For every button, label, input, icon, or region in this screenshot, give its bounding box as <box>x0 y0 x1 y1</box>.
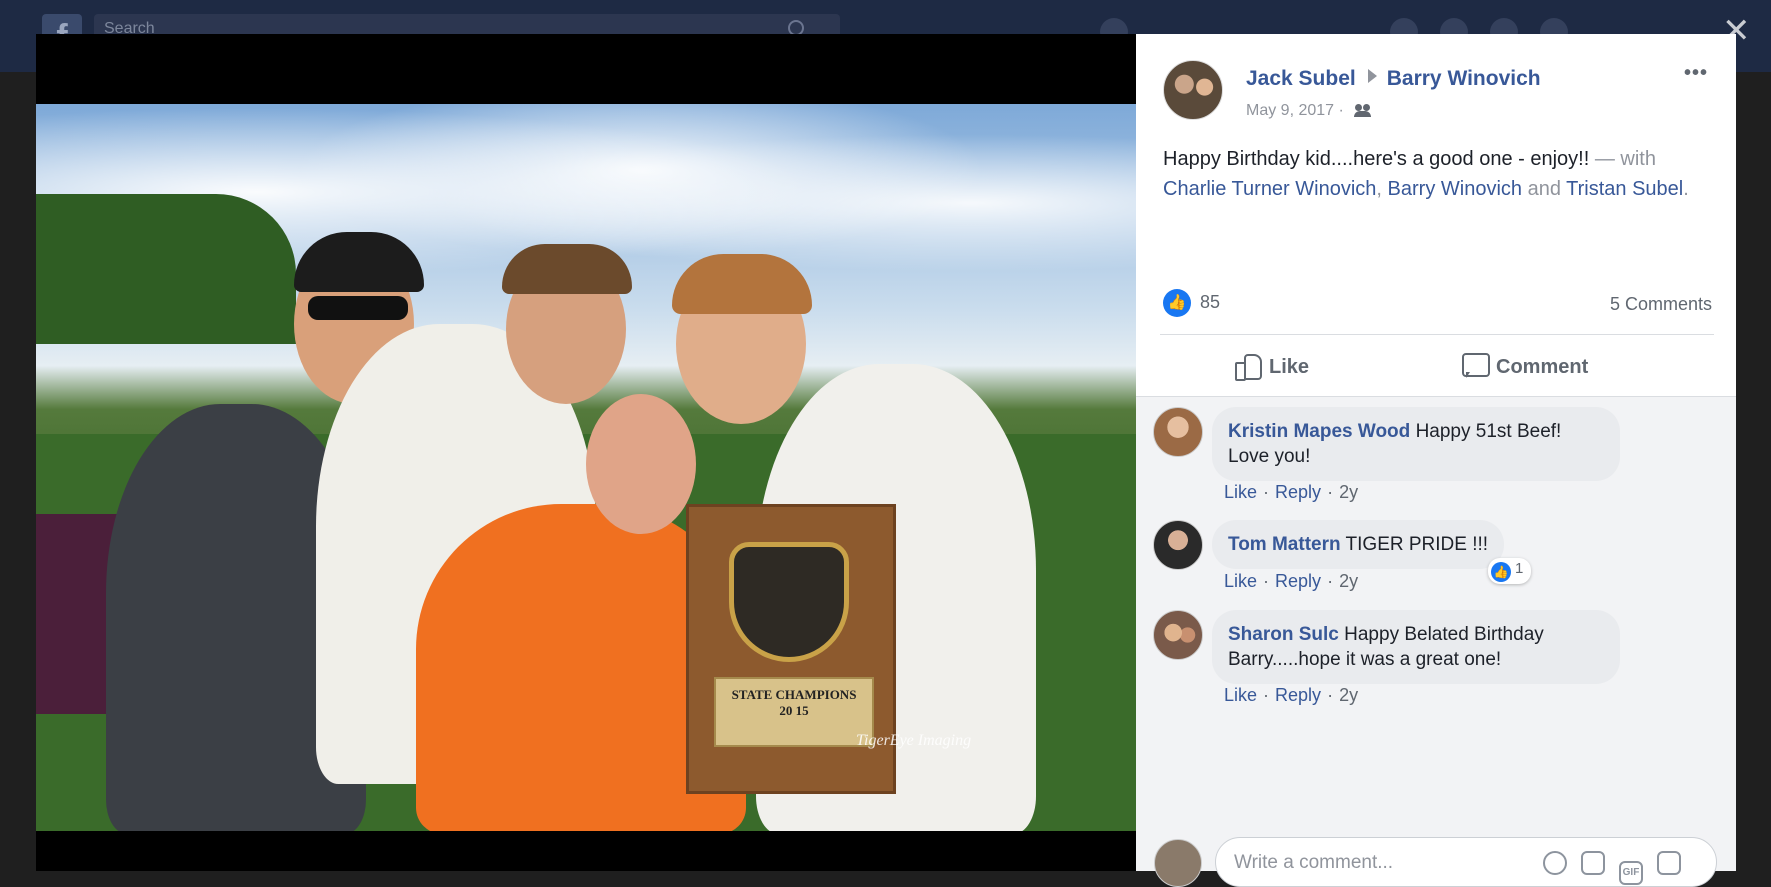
comment-time[interactable]: 2y <box>1339 482 1358 502</box>
post-photo[interactable]: STATE CHAMPIONS 20 15 TigerEye Imaging <box>36 104 1136 831</box>
person-4-hair <box>672 254 812 314</box>
comment-composer: Write a comment... GIF <box>1136 835 1736 887</box>
comment-like-link[interactable]: Like <box>1224 571 1257 591</box>
comment-bubble: Sharon Sulc Happy Belated Birthday Barry… <box>1212 610 1620 684</box>
post-body: Happy Birthday kid....here's a good one … <box>1163 144 1703 204</box>
commenter-name[interactable]: Sharon Sulc <box>1228 624 1339 645</box>
recipient-link[interactable]: Barry Winovich <box>1387 67 1541 90</box>
tagged-person[interactable]: Tristan Subel <box>1566 178 1683 200</box>
comment-time[interactable]: 2y <box>1339 571 1358 591</box>
comment-bubble: Kristin Mapes Wood Happy 51st Beef! Love… <box>1212 407 1620 481</box>
comment-reply-link[interactable]: Reply <box>1275 685 1321 705</box>
author-link[interactable]: Jack Subel <box>1246 67 1356 90</box>
comment-button[interactable]: Comment <box>1462 352 1588 379</box>
post-author-line: Jack Subel Barry Winovich <box>1246 67 1541 91</box>
post-message: Happy Birthday kid....here's a good one … <box>1163 148 1590 170</box>
author-avatar[interactable] <box>1163 60 1223 120</box>
arrow-right-icon <box>1367 69 1377 83</box>
friends-audience-icon[interactable] <box>1354 104 1372 117</box>
avatar[interactable] <box>1153 407 1203 457</box>
post-panel: Jack Subel Barry Winovich May 9, 2017 · •… <box>1136 34 1736 887</box>
comment-actions: Like · Reply · 2y <box>1224 571 1359 591</box>
plaque-emblem <box>729 542 849 662</box>
trophy-plaque: STATE CHAMPIONS 20 15 <box>686 504 896 794</box>
trees <box>36 194 296 344</box>
comment-like-link[interactable]: Like <box>1224 482 1257 502</box>
comment-bubble: Tom Mattern TIGER PRIDE !!! <box>1212 520 1505 569</box>
comment-reply-link[interactable]: Reply <box>1275 482 1321 502</box>
gif-icon[interactable]: GIF <box>1619 861 1643 885</box>
like-reaction-icon: 👍 <box>1163 289 1191 317</box>
tag-end: . <box>1683 178 1689 200</box>
comment-reply-link[interactable]: Reply <box>1275 571 1321 591</box>
person-2-hair <box>502 244 632 294</box>
comment-bubble-icon <box>1462 352 1490 378</box>
plaque-title: STATE CHAMPIONS <box>731 687 857 702</box>
divider <box>1160 334 1714 335</box>
reaction-number: 1 <box>1515 560 1524 577</box>
comments-count[interactable]: 5 Comments <box>1610 294 1712 315</box>
tagged-person[interactable]: Barry Winovich <box>1388 178 1522 200</box>
comment-text: TIGER PRIDE !!! <box>1345 534 1489 555</box>
plaque-year: 20 15 <box>779 703 809 718</box>
photo-watermark: TigerEye Imaging <box>856 732 972 749</box>
comment-time[interactable]: 2y <box>1339 685 1358 705</box>
post-date: May 9, 2017 · <box>1246 102 1372 120</box>
avatar[interactable] <box>1153 610 1203 660</box>
person-3-head <box>586 394 696 534</box>
commenter-name[interactable]: Tom Mattern <box>1228 534 1341 555</box>
sunglasses <box>308 296 408 320</box>
post-timestamp[interactable]: May 9, 2017 · <box>1246 102 1344 119</box>
comment-like-link[interactable]: Like <box>1224 685 1257 705</box>
like-button[interactable]: Like <box>1235 352 1310 381</box>
camera-icon[interactable] <box>1581 851 1605 875</box>
tag-separator: , <box>1376 178 1388 200</box>
comment-reaction-count[interactable]: 👍 1 <box>1488 558 1532 584</box>
sticker-icon[interactable] <box>1657 851 1681 875</box>
tagged-person[interactable]: Charlie Turner Winovich <box>1163 178 1376 200</box>
emoji-icon[interactable] <box>1543 851 1567 875</box>
commenter-name[interactable]: Kristin Mapes Wood <box>1228 421 1410 442</box>
avatar <box>1154 839 1202 887</box>
like-button-label: Like <box>1269 356 1310 378</box>
like-reaction-icon: 👍 <box>1491 562 1511 582</box>
photo-viewer: STATE CHAMPIONS 20 15 TigerEye Imaging <box>36 34 1136 871</box>
with-prefix: — with <box>1589 148 1656 170</box>
like-count: 85 <box>1200 292 1221 312</box>
comment-actions: Like · Reply · 2y <box>1224 685 1359 705</box>
avatar[interactable] <box>1153 520 1203 570</box>
thumbs-up-icon <box>1235 352 1262 381</box>
more-options-button[interactable]: ••• <box>1684 62 1708 85</box>
tag-separator: and <box>1522 178 1567 200</box>
comment-actions: Like · Reply · 2y <box>1224 482 1359 502</box>
comment-button-label: Comment <box>1496 356 1589 378</box>
composer-icons: GIF <box>1529 851 1681 885</box>
plaque-plate: STATE CHAMPIONS 20 15 <box>714 677 874 747</box>
comments-list: Kristin Mapes Wood Happy 51st Beef! Love… <box>1136 396 1736 871</box>
